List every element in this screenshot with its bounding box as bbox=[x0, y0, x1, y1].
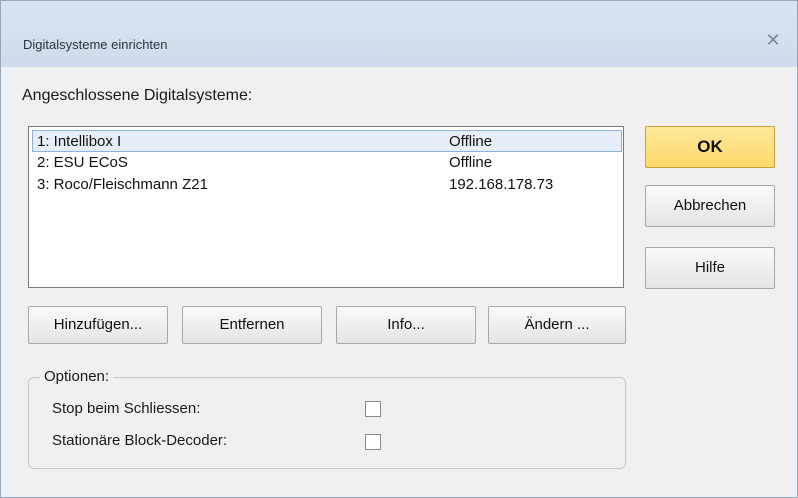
list-item[interactable]: 3: Roco/Fleischmann Z21 192.168.178.73 bbox=[33, 174, 619, 196]
stationary-decoder-checkbox[interactable] bbox=[365, 434, 381, 450]
list-item-name: 1: Intellibox I bbox=[37, 133, 122, 150]
title-bar: Digitalsysteme einrichten ✕ bbox=[1, 1, 797, 67]
list-item-name: 3: Roco/Fleischmann Z21 bbox=[37, 176, 208, 193]
stationary-decoder-label: Stationäre Block-Decoder: bbox=[52, 432, 228, 449]
digital-systems-list[interactable]: 1: Intellibox I Offline 2: ESU ECoS Offl… bbox=[28, 126, 624, 288]
options-legend: Optionen: bbox=[40, 368, 114, 385]
list-label: Angeschlossene Digitalsysteme: bbox=[22, 87, 253, 104]
list-item-status: Offline bbox=[449, 133, 493, 150]
list-item-status: Offline bbox=[449, 154, 493, 171]
add-button[interactable]: Hinzufügen... bbox=[28, 306, 168, 344]
close-icon[interactable]: ✕ bbox=[759, 29, 787, 51]
window-title: Digitalsysteme einrichten bbox=[23, 37, 168, 52]
help-button[interactable]: Hilfe bbox=[645, 247, 775, 289]
list-item[interactable]: 1: Intellibox I Offline bbox=[32, 130, 622, 152]
list-item-status: 192.168.178.73 bbox=[449, 176, 554, 193]
edit-button[interactable]: Ändern ... bbox=[488, 306, 626, 344]
stop-on-close-checkbox[interactable] bbox=[365, 401, 381, 417]
options-groupbox bbox=[28, 377, 626, 469]
list-item-name: 2: ESU ECoS bbox=[37, 154, 128, 171]
remove-button[interactable]: Entfernen bbox=[182, 306, 322, 344]
list-item[interactable]: 2: ESU ECoS Offline bbox=[33, 152, 619, 174]
cancel-button[interactable]: Abbrechen bbox=[645, 185, 775, 227]
info-button[interactable]: Info... bbox=[336, 306, 476, 344]
ok-button[interactable]: OK bbox=[645, 126, 775, 168]
stop-on-close-label: Stop beim Schliessen: bbox=[52, 400, 201, 417]
